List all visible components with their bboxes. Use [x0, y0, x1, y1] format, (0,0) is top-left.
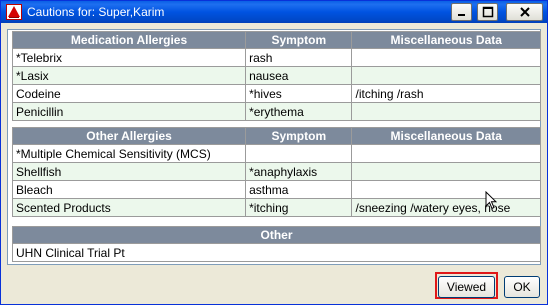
symptom-cell: *anaphylaxis — [245, 162, 353, 181]
column-header: Other — [12, 226, 541, 244]
mouse-pointer-icon — [485, 190, 498, 213]
table-header-row: Other — [12, 226, 541, 244]
misc-cell: /itching /rash — [351, 84, 541, 103]
symptom-cell: nausea — [245, 66, 353, 85]
table-row[interactable]: Scented Products *itching /sneezing /wat… — [11, 198, 541, 217]
window-title: Cautions for: Super,Karim — [27, 5, 165, 19]
allergen-cell: *Telebrix — [11, 48, 247, 67]
column-header: Medication Allergies — [11, 31, 247, 49]
misc-cell — [351, 48, 541, 67]
table-row[interactable]: Shellfish *anaphylaxis — [11, 162, 541, 181]
symptom-cell: asthma — [245, 180, 353, 199]
allergen-cell: *Multiple Chemical Sensitivity (MCS) — [11, 144, 247, 163]
misc-cell — [351, 180, 541, 199]
table-row[interactable]: UHN Clinical Trial Pt — [12, 243, 541, 262]
misc-cell — [351, 66, 541, 85]
allergen-cell: Shellfish — [11, 162, 247, 181]
close-button[interactable] — [506, 3, 543, 21]
allergen-cell: Scented Products — [11, 198, 247, 217]
misc-cell: /sneezing /watery eyes, nose — [351, 198, 541, 217]
table-header-row: Medication Allergies Symptom Miscellaneo… — [11, 31, 541, 49]
column-header: Miscellaneous Data — [351, 127, 541, 145]
column-header: Symptom — [245, 31, 353, 49]
allergen-cell: Penicillin — [11, 102, 247, 121]
table-row[interactable]: *Telebrix rash — [11, 48, 541, 67]
table-row[interactable]: *Lasix nausea — [11, 66, 541, 85]
maximize-button[interactable] — [477, 3, 498, 21]
column-header: Symptom — [245, 127, 353, 145]
symptom-cell: *erythema — [245, 102, 353, 121]
symptom-cell: rash — [245, 48, 353, 67]
table-row[interactable]: Penicillin *erythema — [11, 102, 541, 121]
title-bar[interactable]: Cautions for: Super,Karim — [1, 1, 547, 23]
other-table: Other UHN Clinical Trial Pt — [12, 226, 541, 262]
cautions-panel: Medication Allergies Symptom Miscellaneo… — [7, 29, 541, 265]
allergen-cell: Codeine — [11, 84, 247, 103]
misc-cell — [351, 162, 541, 181]
app-logo-icon — [6, 4, 22, 20]
column-header: Miscellaneous Data — [351, 31, 541, 49]
ok-button[interactable]: OK — [504, 276, 540, 298]
minimize-button[interactable] — [451, 3, 472, 21]
viewed-button[interactable]: Viewed — [438, 276, 495, 298]
table-row[interactable]: Codeine *hives /itching /rash — [11, 84, 541, 103]
medication-allergies-table: Medication Allergies Symptom Miscellaneo… — [11, 31, 541, 121]
table-row[interactable]: *Multiple Chemical Sensitivity (MCS) — [11, 144, 541, 163]
cautions-window: Cautions for: Super,Karim Medication All… — [0, 0, 548, 305]
other-allergies-table: Other Allergies Symptom Miscellaneous Da… — [11, 127, 541, 217]
allergen-cell: *Lasix — [11, 66, 247, 85]
allergen-cell: Bleach — [11, 180, 247, 199]
table-header-row: Other Allergies Symptom Miscellaneous Da… — [11, 127, 541, 145]
table-row[interactable]: Bleach asthma — [11, 180, 541, 199]
column-header: Other Allergies — [11, 127, 247, 145]
misc-cell — [351, 102, 541, 121]
other-cell: UHN Clinical Trial Pt — [12, 243, 541, 262]
symptom-cell — [245, 144, 353, 163]
symptom-cell: *hives — [245, 84, 353, 103]
misc-cell — [351, 144, 541, 163]
symptom-cell: *itching — [245, 198, 353, 217]
